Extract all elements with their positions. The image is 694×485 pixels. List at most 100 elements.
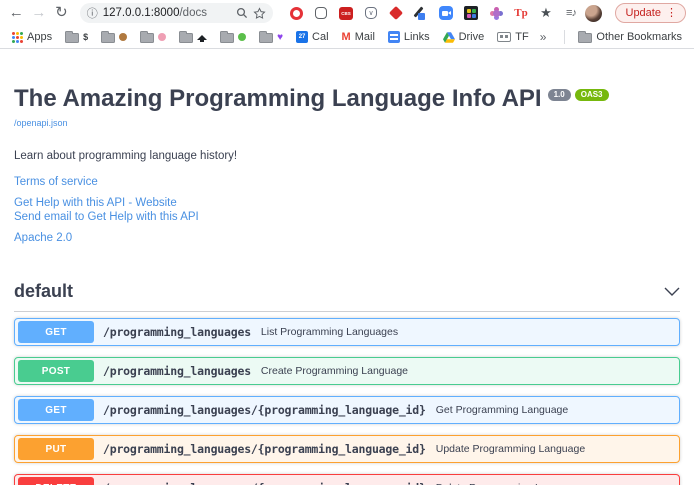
bookmark-folder-dollar[interactable]: $ xyxy=(61,31,92,43)
method-badge: GET xyxy=(18,399,94,421)
update-button[interactable]: Update ⋮ xyxy=(615,3,686,23)
horse-icon xyxy=(119,33,127,41)
pixel-grid-icon[interactable] xyxy=(464,6,479,21)
url-path: /docs xyxy=(179,7,207,19)
bookmark-label: Mail xyxy=(355,31,375,43)
brain-icon xyxy=(158,33,166,41)
bookmark-folder-lizard[interactable] xyxy=(216,31,250,43)
bookmarks-overflow-chevron[interactable]: » xyxy=(538,30,549,44)
folder-icon xyxy=(578,33,592,43)
bookmarks-bar: Apps $ ♥ 27 Cal M Mail Links Drive TF » xyxy=(0,26,694,48)
graduation-cap-icon xyxy=(197,35,207,40)
menu-dots-icon[interactable]: ⋮ xyxy=(666,6,677,19)
zoom-search-icon[interactable] xyxy=(236,7,248,19)
extensions-row: CBS ∨ Tp ★ ≡♪ xyxy=(289,6,579,21)
endpoint-summary: Get Programming Language xyxy=(436,404,569,416)
api-description: Learn about programming language history… xyxy=(14,150,680,162)
cbs-icon[interactable]: CBS xyxy=(339,6,354,21)
flower-icon[interactable] xyxy=(489,6,504,21)
onetab-icon[interactable] xyxy=(289,6,304,21)
method-badge: GET xyxy=(18,321,94,343)
endpoint-path: /programming_languages/{programming_lang… xyxy=(103,442,426,456)
tf-icon xyxy=(497,32,511,42)
bookmark-apps[interactable]: Apps xyxy=(8,31,56,43)
bookmark-label: Drive xyxy=(459,31,485,43)
endpoint-path: /programming_languages xyxy=(103,364,251,378)
folder-icon xyxy=(220,33,234,43)
apps-grid-icon xyxy=(12,32,23,43)
terms-of-service-link[interactable]: Terms of service xyxy=(14,176,680,188)
endpoint-delete[interactable]: DELETE /programming_languages/{programmi… xyxy=(14,474,680,485)
swagger-page: The Amazing Programming Language Info AP… xyxy=(0,85,694,485)
calendar-icon: 27 xyxy=(296,31,308,43)
folder-icon xyxy=(259,33,273,43)
endpoint-get-one[interactable]: GET /programming_languages/{programming_… xyxy=(14,396,680,424)
endpoint-path: /programming_languages/{programming_lang… xyxy=(103,403,426,417)
bookmark-mail[interactable]: M Mail xyxy=(338,31,379,43)
url-host: 127.0.0.1:8000 xyxy=(103,7,180,19)
bookmark-links[interactable]: Links xyxy=(384,31,434,43)
help-website-link[interactable]: Get Help with this API - Website xyxy=(14,197,680,209)
bookmark-folder-horse[interactable] xyxy=(97,31,131,43)
bookmark-tf[interactable]: TF xyxy=(493,31,532,43)
api-info: The Amazing Programming Language Info AP… xyxy=(14,85,680,244)
profile-avatar[interactable] xyxy=(585,5,602,22)
endpoint-post-create[interactable]: POST /programming_languages Create Progr… xyxy=(14,357,680,385)
other-bookmarks-label: Other Bookmarks xyxy=(596,31,682,43)
bookmark-label: Apps xyxy=(27,31,52,43)
endpoint-get-list[interactable]: GET /programming_languages List Programm… xyxy=(14,318,680,346)
bookmark-folder-heart[interactable]: ♥ xyxy=(255,31,287,43)
red-diamond-icon[interactable] xyxy=(389,6,404,21)
method-badge: POST xyxy=(18,360,94,382)
divider xyxy=(564,30,565,44)
pocket-icon[interactable]: ∨ xyxy=(364,6,379,21)
section-default-header[interactable]: default xyxy=(14,281,680,312)
gmail-icon: M xyxy=(342,31,351,43)
folder-icon xyxy=(101,33,115,43)
endpoint-summary: List Programming Languages xyxy=(261,326,398,338)
color-picker-icon[interactable] xyxy=(414,6,429,21)
bookmark-drive[interactable]: Drive xyxy=(439,31,489,43)
bookmark-star-icon[interactable] xyxy=(253,7,266,20)
folder-icon xyxy=(65,33,79,43)
bookmark-label: TF xyxy=(515,31,528,43)
endpoint-path: /programming_languages/{programming_lang… xyxy=(103,481,426,485)
version-badge: 1.0 xyxy=(548,89,571,101)
bookmark-folder-graduation[interactable] xyxy=(175,31,211,43)
page-title: The Amazing Programming Language Info AP… xyxy=(14,85,542,113)
purple-heart-icon: ♥ xyxy=(277,32,283,43)
url-text[interactable]: 127.0.0.1:8000/docs xyxy=(103,7,231,19)
endpoint-path: /programming_languages xyxy=(103,325,251,339)
help-email-link[interactable]: Send email to Get Help with this API xyxy=(14,211,680,223)
api-links: Terms of service Get Help with this API … xyxy=(14,176,680,244)
endpoint-summary: Create Programming Language xyxy=(261,365,408,377)
info-icon[interactable]: ⓘ xyxy=(87,5,98,21)
lizard-icon xyxy=(238,33,246,41)
zoom-meeting-icon[interactable] xyxy=(439,6,454,21)
address-bar[interactable]: ⓘ 127.0.0.1:8000/docs xyxy=(80,3,273,23)
dark-star-icon[interactable]: ★ xyxy=(539,6,554,21)
bookmark-cal[interactable]: 27 Cal xyxy=(292,31,333,43)
forward-icon[interactable]: → xyxy=(31,1,48,25)
bookmark-label: Cal xyxy=(312,31,329,43)
back-icon[interactable]: ← xyxy=(8,1,25,25)
tp-icon[interactable]: Tp xyxy=(514,6,529,21)
endpoint-put-update[interactable]: PUT /programming_languages/{programming_… xyxy=(14,435,680,463)
badges: 1.0 OAS3 xyxy=(548,89,609,101)
other-bookmarks[interactable]: Other Bookmarks xyxy=(574,31,686,43)
folder-icon xyxy=(179,33,193,43)
drive-icon xyxy=(443,32,455,43)
update-label: Update xyxy=(626,7,661,19)
playlist-icon[interactable]: ≡♪ xyxy=(564,6,579,21)
bookmark-folder-brain[interactable] xyxy=(136,31,170,43)
links-icon xyxy=(388,31,400,43)
dollar-icon: $ xyxy=(83,32,88,42)
method-badge: DELETE xyxy=(18,477,94,485)
license-link[interactable]: Apache 2.0 xyxy=(14,232,680,244)
chevron-down-icon[interactable] xyxy=(664,287,680,296)
chat-bubble-icon[interactable] xyxy=(314,6,329,21)
browser-chrome: ← → ↻ ⓘ 127.0.0.1:8000/docs CBS ∨ Tp ★ xyxy=(0,0,694,49)
reload-icon[interactable]: ↻ xyxy=(53,1,70,25)
openapi-spec-link[interactable]: /openapi.json xyxy=(14,118,68,128)
endpoint-list: GET /programming_languages List Programm… xyxy=(14,318,680,485)
